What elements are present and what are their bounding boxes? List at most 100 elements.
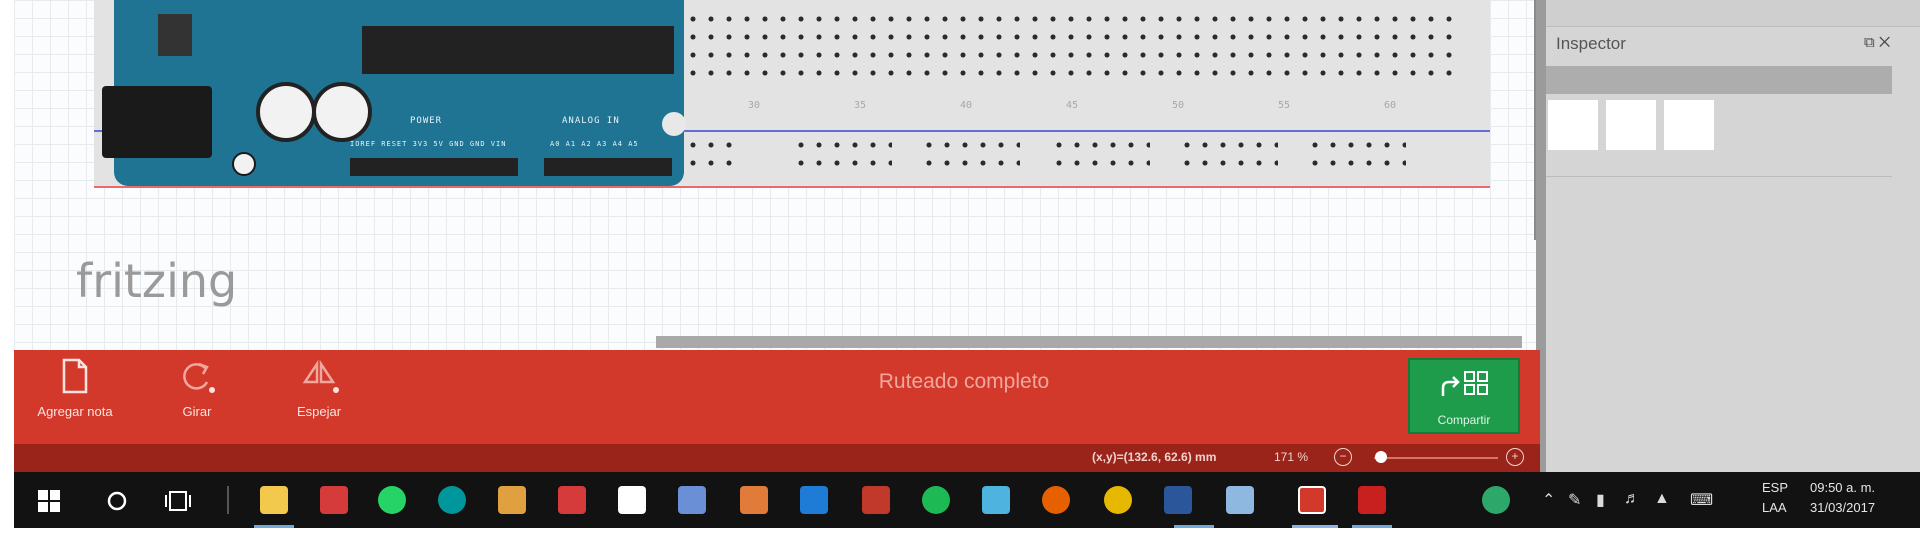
breadboard-rail-holes [1306, 136, 1406, 172]
chrome-icon[interactable] [1104, 486, 1132, 514]
add-note-button[interactable]: Agregar nota [20, 358, 130, 419]
inspector-view-thumbnail[interactable] [1548, 100, 1598, 150]
breadboard-column-label: 60 [1384, 100, 1397, 111]
zoom-level: 171 % [1274, 450, 1309, 464]
breadboard-top-holes [684, 10, 1464, 82]
active-app-indicator [254, 525, 294, 528]
input-language[interactable]: ESP LAA [1762, 478, 1788, 518]
breadboard-column-label: 50 [1172, 100, 1185, 111]
flip-button[interactable]: Espejar [264, 358, 374, 419]
analog-header [544, 158, 672, 176]
power-header [350, 158, 518, 176]
app-icon-lightblue[interactable] [1226, 486, 1254, 514]
mounting-hole [232, 152, 256, 176]
breadboard-column-label: 30 [748, 100, 761, 111]
app-icon-red[interactable] [862, 486, 890, 514]
share-button[interactable]: Compartir [1408, 358, 1520, 434]
rotate-button[interactable]: Girar [142, 358, 252, 419]
capacitor [256, 82, 316, 142]
inspector-window-controls[interactable]: ⧉ ✕ [1864, 34, 1890, 51]
breadboard-rail-holes [1050, 136, 1150, 172]
breadboard-rail-holes [1178, 136, 1278, 172]
parts-bin-strip[interactable] [1546, 0, 1920, 27]
red-app-icon[interactable] [558, 486, 586, 514]
breadboard-column-label: 55 [1278, 100, 1291, 111]
show-hidden-icons-icon[interactable]: ⌃ [1542, 490, 1555, 510]
microcontroller-chip [362, 26, 674, 74]
power-label: POWER [410, 116, 443, 126]
note-icon [62, 358, 88, 394]
zoom-in-button[interactable]: + [1506, 448, 1524, 466]
fritzing-logo: fritzing [76, 254, 238, 308]
language-code: ESP [1762, 480, 1789, 495]
arduino-icon[interactable] [438, 486, 466, 514]
pen-icon[interactable]: ✎ [1568, 490, 1581, 510]
whatsapp-icon[interactable] [378, 486, 406, 514]
breadboard-column-label: 35 [854, 100, 867, 111]
windows-taskbar: ⌃ ✎ ▮ ♬ ▲ ⌨ ESP LAA 09:50 a. m. 31/03/20… [14, 472, 1920, 528]
capacitor [312, 82, 372, 142]
fritzing-icon[interactable] [1298, 486, 1326, 514]
word-icon[interactable] [1164, 486, 1192, 514]
voltage-regulator [158, 14, 192, 56]
zoom-slider-handle[interactable] [1375, 451, 1388, 463]
edge-icon[interactable] [800, 486, 828, 514]
language-layout: LAA [1762, 500, 1787, 515]
network-icon[interactable]: ▲ [1654, 490, 1670, 508]
analog-pin-labels: A0 A1 A2 A3 A4 A5 [550, 140, 639, 148]
volume-icon[interactable]: ♬ [1624, 490, 1640, 508]
store-icon[interactable] [618, 486, 646, 514]
task-view-icon[interactable] [164, 490, 192, 512]
firefox-icon[interactable] [1042, 486, 1070, 514]
inspector-panel: Inspector ⧉ ✕ [1546, 0, 1920, 472]
acrobat-icon[interactable] [1358, 486, 1386, 514]
active-app-indicator [1292, 525, 1338, 528]
cursor-coordinates: (x,y)=(132.6, 62.6) mm [1092, 450, 1217, 464]
mail-icon[interactable] [320, 486, 348, 514]
status-bar: (x,y)=(132.6, 62.6) mm 171 % − + [14, 444, 1540, 472]
spotify-icon[interactable] [922, 486, 950, 514]
search-icon[interactable] [106, 490, 128, 512]
inspector-view-thumbnail[interactable] [1606, 100, 1656, 150]
flip-icon [302, 359, 339, 393]
active-app-indicator [1352, 525, 1392, 528]
scratch-icon[interactable] [498, 486, 526, 514]
rotate-icon [183, 362, 215, 393]
analog-label: ANALOG IN [562, 116, 620, 126]
clock-time: 09:50 a. m. [1810, 480, 1876, 495]
breadboard-column-label: 45 [1066, 100, 1079, 111]
zoom-out-button[interactable]: − [1334, 448, 1352, 466]
activity-monitor-icon[interactable] [1482, 486, 1510, 514]
app-icon-orange[interactable] [740, 486, 768, 514]
clock[interactable]: 09:50 a. m. 31/03/2017 [1810, 478, 1875, 518]
clock-date: 31/03/2017 [1810, 500, 1876, 515]
breadboard-rail-holes [684, 136, 744, 172]
inspector-title: Inspector [1556, 34, 1626, 53]
inspector-part-title-bar [1546, 66, 1892, 94]
reset-button [662, 112, 686, 136]
breadboard-canvas[interactable]: 30 35 40 45 50 55 60 POWER ANALOG IN IOR… [14, 0, 1540, 350]
breadboard-rail-holes [920, 136, 1020, 172]
app-icon-cyan[interactable] [982, 486, 1010, 514]
breadboard-rail-holes [792, 136, 892, 172]
power-jack [102, 86, 212, 158]
flip-label: Espejar [296, 404, 342, 419]
inspector-view-thumbnail[interactable] [1664, 100, 1714, 150]
windows-start-icon[interactable] [38, 490, 60, 512]
battery-icon[interactable]: ▮ [1596, 490, 1605, 510]
file-explorer-icon[interactable] [260, 486, 288, 514]
share-icon [1441, 371, 1488, 396]
share-label: Compartir [1437, 413, 1491, 427]
breadboard-column-label: 40 [960, 100, 973, 111]
horizontal-scrollbar[interactable] [656, 336, 1522, 348]
keyboard-icon[interactable]: ⌨ [1690, 490, 1713, 510]
taskbar-separator [227, 486, 229, 514]
bottom-toolbar: Agregar nota Girar Espejar Ruteado compl… [14, 350, 1540, 444]
app-icon-blue[interactable] [678, 486, 706, 514]
add-note-label: Agregar nota [37, 404, 113, 419]
power-pin-labels: IOREF RESET 3V3 5V GND GND VIN [350, 140, 507, 148]
arduino-board[interactable]: POWER ANALOG IN IOREF RESET 3V3 5V GND G… [102, 0, 686, 186]
zoom-slider[interactable] [1374, 457, 1498, 459]
routing-status-text: Ruteado completo [878, 370, 1050, 393]
active-app-indicator [1174, 525, 1214, 528]
